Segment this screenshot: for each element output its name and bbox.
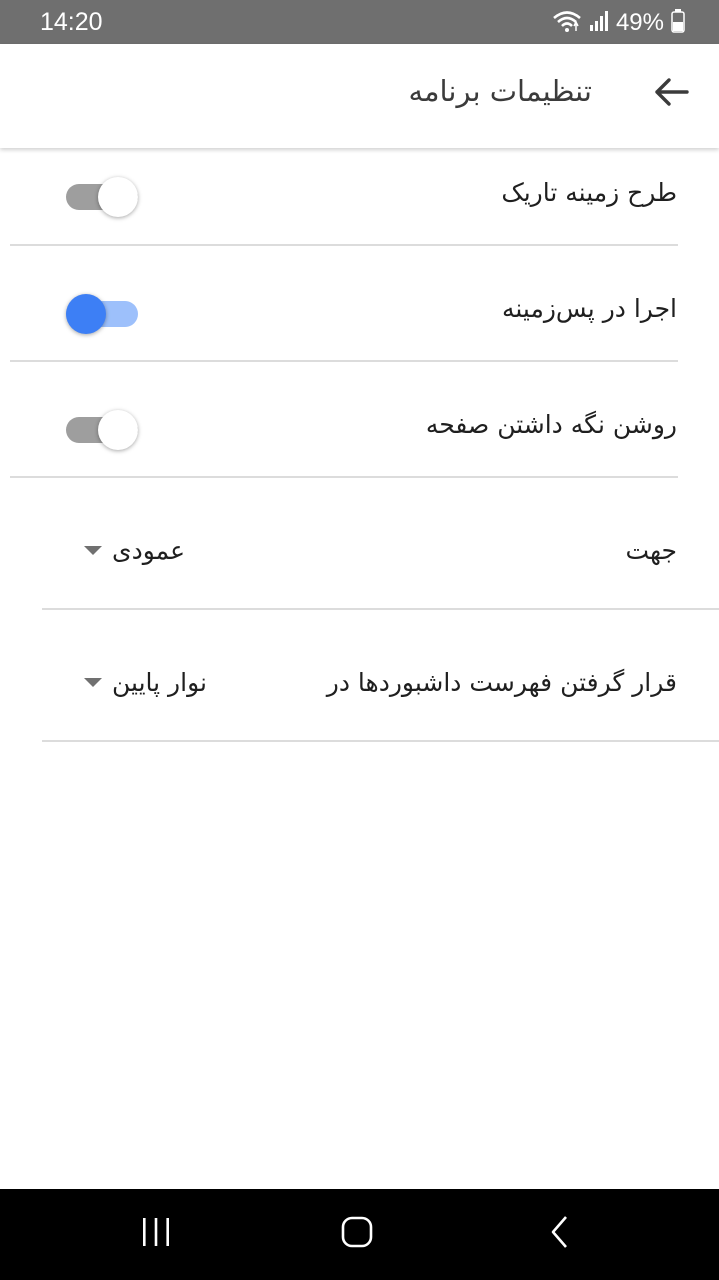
recent-apps-icon	[140, 1216, 172, 1252]
switch-thumb	[98, 410, 138, 450]
keep-screen-on-label: روشن نگه داشتن صفحه	[425, 410, 677, 439]
status-icons: 49%	[552, 9, 685, 37]
status-bar: 14:20 49%	[0, 0, 719, 44]
back-button[interactable]	[651, 74, 691, 114]
dashboard-list-position-label: قرار گرفتن فهرست داشبوردها در	[326, 668, 677, 697]
dashboard-list-position-value: نوار پایین	[112, 668, 207, 697]
page-title: تنظیمات برنامه	[408, 74, 592, 108]
keep-screen-on-switch[interactable]	[66, 409, 138, 450]
recent-apps-button[interactable]	[126, 1209, 186, 1259]
setting-row-keep-screen-on[interactable]: روشن نگه داشتن صفحه	[0, 362, 719, 476]
battery-icon	[671, 9, 685, 37]
home-button[interactable]	[327, 1209, 387, 1259]
dark-theme-switch[interactable]	[66, 176, 138, 217]
switch-thumb	[98, 177, 138, 217]
run-in-background-label: اجرا در پس‌زمینه	[501, 294, 677, 323]
app-bar: تنظیمات برنامه	[0, 44, 719, 148]
orientation-dropdown[interactable]: عمودی	[84, 536, 185, 565]
switch-thumb	[66, 294, 106, 334]
dashboard-list-position-dropdown[interactable]: نوار پایین	[84, 668, 207, 697]
setting-row-dark-theme[interactable]: طرح زمینه تاریک	[0, 148, 719, 246]
battery-percent: 49%	[615, 9, 664, 36]
orientation-value: عمودی	[112, 536, 185, 565]
setting-row-orientation: جهت عمودی	[0, 478, 719, 608]
signal-icon	[589, 10, 609, 36]
arrow-back-icon	[653, 77, 689, 111]
run-in-background-switch[interactable]	[66, 293, 138, 334]
status-time: 14:20	[40, 8, 103, 36]
orientation-label: جهت	[625, 536, 677, 565]
wifi-icon	[552, 9, 582, 37]
setting-row-run-in-background[interactable]: اجرا در پس‌زمینه	[0, 246, 719, 360]
dark-theme-label: طرح زمینه تاریک	[501, 178, 677, 207]
dropdown-arrow-icon	[84, 678, 102, 687]
divider	[42, 740, 719, 742]
dropdown-arrow-icon	[84, 546, 102, 555]
system-back-button[interactable]	[530, 1209, 590, 1259]
back-icon	[548, 1215, 572, 1253]
setting-row-dashboard-list-position: قرار گرفتن فهرست داشبوردها در نوار پایین	[0, 610, 719, 740]
navigation-bar	[0, 1189, 719, 1280]
home-icon	[340, 1215, 374, 1253]
